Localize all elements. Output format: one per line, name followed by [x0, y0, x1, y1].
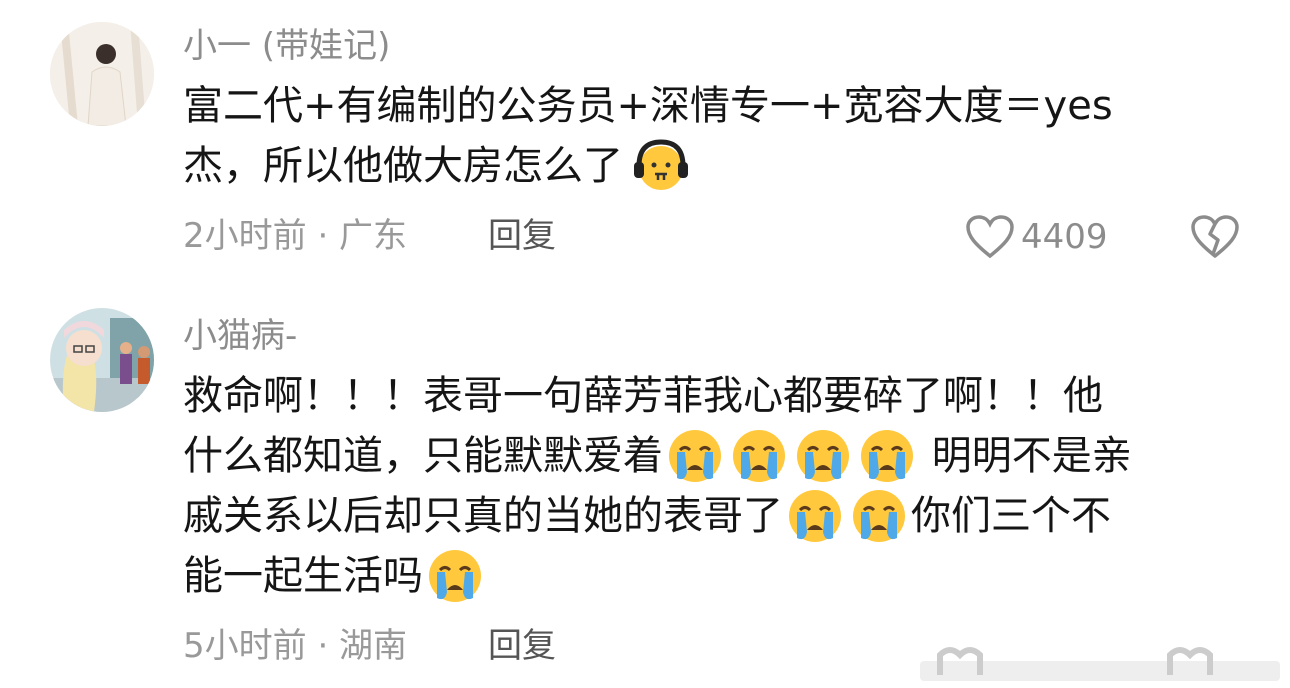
comment-line-tail: 你们三个不 — [911, 493, 1111, 539]
crying-face-emoji — [857, 426, 917, 486]
broken-heart-icon[interactable] — [1190, 214, 1240, 260]
username[interactable]: 小猫病- — [183, 316, 297, 356]
crying-face-emoji — [785, 486, 845, 546]
comment-1: 小一 (带娃记) 富二代+有编制的公务员+深情专一+宽容大度＝yes 杰，所以他… — [0, 0, 1290, 280]
comment-line: 戚关系以后却只真的当她的表哥了 — [183, 493, 783, 539]
reply-button[interactable]: 回复 — [488, 626, 556, 666]
watermark-logo — [920, 647, 1280, 681]
comment-line-tail: 明明不是亲 — [931, 433, 1132, 479]
crying-face-emoji — [425, 546, 485, 606]
reply-button[interactable]: 回复 — [488, 216, 556, 256]
comment-time-location: 5小时前 · 湖南 — [183, 626, 408, 666]
comment-line: 富二代+有编制的公务员+深情专一+宽容大度＝yes — [183, 83, 1113, 129]
crying-face-emoji — [665, 426, 725, 486]
comment-time-location: 2小时前 · 广东 — [183, 216, 408, 256]
like-button[interactable]: 4409 — [965, 214, 1108, 260]
crying-face-emoji — [729, 426, 789, 486]
like-count: 4409 — [1021, 217, 1108, 257]
headphones-face-emoji — [631, 136, 691, 196]
comment-line: 杰，所以他做大房怎么了 — [183, 143, 623, 189]
crying-face-emoji — [849, 486, 909, 546]
comment-line: 救命啊！！！表哥一句薛芳菲我心都要碎了啊！！他 — [183, 373, 1103, 419]
comment-text: 救命啊！！！表哥一句薛芳菲我心都要碎了啊！！他 什么都知道，只能默默爱着 明明不… — [183, 366, 1243, 606]
comment-line: 能一起生活吗 — [183, 553, 423, 599]
avatar[interactable] — [50, 308, 154, 412]
comment-2: 小猫病- 救命啊！！！表哥一句薛芳菲我心都要碎了啊！！他 什么都知道，只能默默爱… — [0, 300, 1290, 688]
comment-line: 什么都知道，只能默默爱着 — [183, 433, 663, 479]
avatar[interactable] — [50, 22, 154, 126]
username[interactable]: 小一 (带娃记) — [183, 26, 390, 66]
comment-text: 富二代+有编制的公务员+深情专一+宽容大度＝yes 杰，所以他做大房怎么了 — [183, 76, 1243, 196]
heart-outline-icon — [966, 215, 1014, 259]
crying-face-emoji — [793, 426, 853, 486]
